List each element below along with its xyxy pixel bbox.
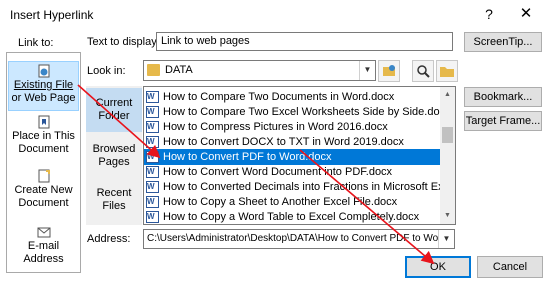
- file-name: How to Convert PDF to Word.docx: [163, 151, 332, 163]
- chevron-down-icon[interactable]: ▼: [438, 230, 454, 248]
- link-option-label: or Web Page: [11, 92, 76, 104]
- link-option-label: Place in This: [12, 130, 75, 142]
- list-item[interactable]: How to Copy a Word Table to Excel Comple…: [144, 209, 440, 224]
- word-document-icon: [146, 149, 159, 165]
- address-label: Address:: [87, 233, 131, 245]
- title-bar: Insert Hyperlink ? ✕: [0, 0, 554, 30]
- tab-label: Pages: [98, 156, 130, 168]
- address-input[interactable]: C:\Users\Administrator\Desktop\DATA\How …: [143, 229, 455, 249]
- text-to-display-label: Text to display:: [87, 36, 160, 48]
- link-option-email[interactable]: E-mail Address: [8, 225, 79, 271]
- word-document-icon: [146, 89, 159, 105]
- link-option-label: Document: [18, 197, 69, 209]
- bookmark-button[interactable]: Bookmark...: [464, 87, 542, 107]
- tab-label: Browsed: [92, 143, 136, 155]
- word-document-icon: [146, 194, 159, 210]
- word-document-icon: [146, 134, 159, 150]
- tab-current-folder[interactable]: Current Folder: [86, 88, 142, 132]
- tab-label: Files: [102, 200, 126, 212]
- link-option-label: Address: [23, 253, 64, 265]
- tab-label: Current: [95, 97, 133, 109]
- scroll-down-icon[interactable]: ▼: [440, 208, 455, 224]
- globe-page-icon: [37, 64, 51, 78]
- browse-file-icon[interactable]: [436, 60, 458, 82]
- scrollbar-thumb[interactable]: [442, 127, 453, 143]
- link-option-label: Existing File: [13, 79, 74, 91]
- target-frame-button[interactable]: Target Frame...: [464, 111, 542, 131]
- tab-recent-files[interactable]: Recent Files: [86, 182, 142, 222]
- file-name: How to Copy a Word Table to Excel Comple…: [163, 211, 420, 223]
- word-document-icon: [146, 119, 159, 135]
- scroll-up-icon[interactable]: ▲: [440, 87, 455, 103]
- link-option-label: Create New: [14, 184, 73, 196]
- list-item[interactable]: How to Compress Pictures in Word 2016.do…: [144, 119, 440, 135]
- file-name: How to Convert DOCX to TXT in Word 2019.…: [163, 136, 404, 148]
- bookmark-page-icon: [37, 115, 51, 129]
- search-web-icon[interactable]: [412, 60, 434, 82]
- list-item-selected[interactable]: How to Convert PDF to Word.docx: [144, 149, 440, 165]
- file-name: How to Convert Word Document into PDF.do…: [163, 166, 393, 178]
- text-to-display-input[interactable]: Link to web pages: [156, 32, 453, 51]
- ok-button[interactable]: OK: [405, 256, 471, 278]
- file-name: How to Compress Pictures in Word 2016.do…: [163, 121, 388, 133]
- help-button[interactable]: ?: [478, 4, 500, 24]
- list-item[interactable]: How to Convert Word Document into PDF.do…: [144, 164, 440, 180]
- link-to-panel: Existing File or Web Page Place in This …: [6, 52, 81, 273]
- screentip-button[interactable]: ScreenTip...: [464, 32, 542, 52]
- file-name: How to Compare Two Documents in Word.doc…: [163, 91, 395, 103]
- list-item[interactable]: How to Compare Two Documents in Word.doc…: [144, 89, 440, 105]
- link-option-label: Document: [18, 143, 69, 155]
- dialog-title: Insert Hyperlink: [10, 8, 94, 22]
- list-item[interactable]: How to Compare Two Excel Worksheets Side…: [144, 104, 440, 120]
- tab-label: Folder: [98, 110, 130, 122]
- file-name: How to Converted Decimals into Fractions…: [163, 181, 440, 193]
- cancel-button[interactable]: Cancel: [477, 256, 543, 278]
- file-name: How to Compare Two Excel Worksheets Side…: [163, 106, 440, 118]
- tab-browsed-pages[interactable]: Browsed Pages: [86, 138, 142, 178]
- link-option-place-in-document[interactable]: Place in This Document: [8, 115, 79, 163]
- vertical-scrollbar[interactable]: ▲ ▼: [440, 87, 455, 224]
- word-document-icon: [146, 179, 159, 195]
- link-option-label: E-mail: [27, 240, 60, 252]
- web-browse-icon[interactable]: [378, 60, 400, 82]
- look-in-value: DATA: [165, 64, 193, 76]
- word-document-icon: [146, 104, 159, 120]
- link-option-create-new[interactable]: Create New Document: [8, 169, 79, 217]
- list-item[interactable]: How to Convert DOCX to TXT in Word 2019.…: [144, 134, 440, 150]
- word-document-icon: [146, 209, 159, 224]
- look-in-dropdown[interactable]: DATA ▼: [143, 60, 376, 81]
- list-item[interactable]: How to Copy a Sheet to Another Excel Fil…: [144, 194, 440, 210]
- file-name: How to Copy a Sheet to Another Excel Fil…: [163, 196, 398, 208]
- folder-icon: [147, 64, 160, 76]
- nav-tabs: Current Folder Browsed Pages Recent File…: [86, 86, 142, 225]
- new-document-icon: [37, 169, 51, 183]
- look-in-label: Look in:: [87, 65, 126, 77]
- tab-label: Recent: [96, 187, 132, 199]
- chevron-down-icon[interactable]: ▼: [359, 61, 375, 80]
- word-document-icon: [146, 164, 159, 180]
- file-list[interactable]: How to Compare Two Documents in Word.doc…: [143, 86, 456, 225]
- close-icon[interactable]: ✕: [515, 4, 537, 24]
- mail-icon: [37, 225, 51, 238]
- list-item[interactable]: How to Converted Decimals into Fractions…: [144, 179, 440, 195]
- address-value: C:\Users\Administrator\Desktop\DATA\How …: [147, 233, 455, 244]
- link-option-existing-file[interactable]: Existing File or Web Page: [8, 61, 79, 111]
- link-to-label: Link to:: [18, 37, 54, 49]
